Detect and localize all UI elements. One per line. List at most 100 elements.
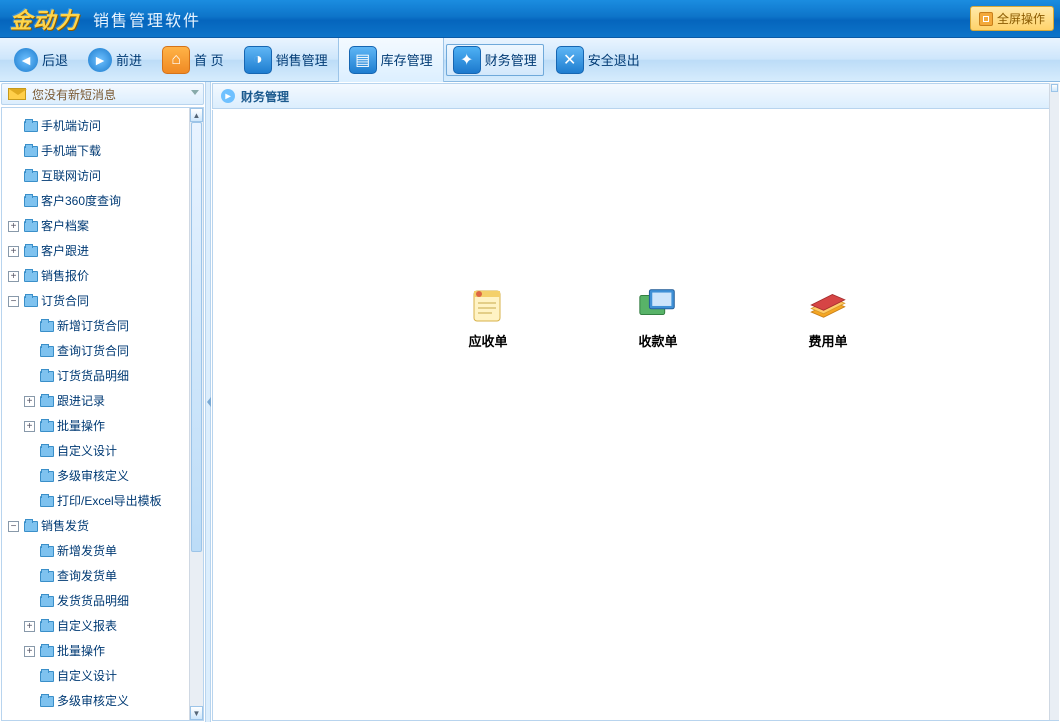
scroll-up-icon[interactable] — [1051, 84, 1058, 92]
tree-delivery-detail[interactable]: 发货货品明细 — [24, 589, 189, 614]
tree-order-contract[interactable]: −订货合同 — [8, 289, 189, 314]
folder-icon — [40, 571, 54, 582]
card-label: 费用单 — [808, 331, 847, 350]
crumb-icon: ▸ — [221, 89, 235, 103]
fullscreen-icon — [979, 12, 993, 26]
receipt-icon — [636, 285, 680, 325]
sales-icon: ◑ — [244, 46, 272, 74]
nav-forward-label: 前进 — [116, 50, 142, 69]
expand-icon[interactable]: + — [24, 646, 35, 657]
folder-icon — [24, 221, 38, 232]
folder-icon — [24, 521, 38, 532]
tree-follow-record[interactable]: +跟进记录 — [24, 389, 189, 414]
folder-icon — [40, 596, 54, 607]
collapse-icon[interactable]: − — [8, 521, 19, 532]
folder-icon — [40, 621, 54, 632]
nav-forward[interactable]: ► 前进 — [78, 38, 152, 82]
expand-icon[interactable]: + — [24, 421, 35, 432]
nav-sales[interactable]: ◑ 销售管理 — [234, 38, 338, 82]
left-column: 您没有新短消息 手机端访问 手机端下载 互联网访问 客户360度查询 +客户档案… — [0, 82, 205, 722]
card-expense[interactable]: 费用单 — [783, 285, 873, 350]
card-receipt[interactable]: 收款单 — [613, 285, 703, 350]
scroll-up-icon[interactable]: ▲ — [190, 108, 203, 122]
tree-mobile-download[interactable]: 手机端下载 — [8, 139, 189, 164]
nav-bar: ◄ 后退 ► 前进 ⌂ 首 页 ◑ 销售管理 ▤ 库存管理 ✦ 财务管理 ✕ 安… — [0, 38, 1060, 82]
content-area: 应收单 收款单 — [212, 110, 1059, 721]
expand-icon[interactable]: + — [24, 621, 35, 632]
nav-home[interactable]: ⌂ 首 页 — [152, 38, 234, 82]
content-scrollbar[interactable] — [1049, 83, 1059, 720]
scroll-down-icon[interactable]: ▼ — [190, 706, 203, 720]
nav-inventory[interactable]: ▤ 库存管理 — [338, 38, 444, 82]
tree-add-order[interactable]: 新增订货合同 — [24, 314, 189, 339]
tree-custom-report[interactable]: +自定义报表 — [24, 614, 189, 639]
expand-icon[interactable]: + — [24, 396, 35, 407]
tree-add-delivery[interactable]: 新增发货单 — [24, 539, 189, 564]
folder-icon — [40, 321, 54, 332]
nav-tree[interactable]: 手机端访问 手机端下载 互联网访问 客户360度查询 +客户档案 +客户跟进 +… — [2, 108, 189, 720]
card-label: 收款单 — [638, 331, 677, 350]
finance-icon: ✦ — [453, 46, 481, 74]
splitter[interactable] — [205, 82, 211, 722]
message-bar[interactable]: 您没有新短消息 — [1, 83, 204, 105]
folder-icon — [40, 371, 54, 382]
folder-icon — [40, 696, 54, 707]
tree-batch-op2[interactable]: +批量操作 — [24, 639, 189, 664]
tree-print-template[interactable]: 打印/Excel导出模板 — [24, 489, 189, 514]
nav-finance-label: 财务管理 — [485, 50, 537, 69]
tree-custom-design[interactable]: 自定义设计 — [24, 439, 189, 464]
folder-icon — [40, 446, 54, 457]
nav-exit[interactable]: ✕ 安全退出 — [546, 38, 650, 82]
tree-query-delivery[interactable]: 查询发货单 — [24, 564, 189, 589]
expense-icon — [806, 285, 850, 325]
tree-query-order[interactable]: 查询订货合同 — [24, 339, 189, 364]
nav-back[interactable]: ◄ 后退 — [4, 38, 78, 82]
brand-bar: 金动力 销售管理软件 全屏操作 — [0, 0, 1060, 38]
card-label: 应收单 — [468, 331, 507, 350]
folder-icon — [40, 546, 54, 557]
back-icon: ◄ — [14, 48, 38, 72]
breadcrumb: ▸ 财务管理 — [212, 83, 1059, 109]
folder-icon — [24, 146, 38, 157]
tree-panel: 手机端访问 手机端下载 互联网访问 客户360度查询 +客户档案 +客户跟进 +… — [1, 107, 204, 721]
expand-icon[interactable]: + — [8, 221, 19, 232]
tree-order-detail[interactable]: 订货货品明细 — [24, 364, 189, 389]
tree-mobile-access[interactable]: 手机端访问 — [8, 114, 189, 139]
tree-internet-access[interactable]: 互联网访问 — [8, 164, 189, 189]
nav-exit-label: 安全退出 — [588, 50, 640, 69]
nav-back-label: 后退 — [42, 50, 68, 69]
scroll-thumb[interactable] — [191, 122, 202, 552]
tree-custom-design2[interactable]: 自定义设计 — [24, 664, 189, 689]
crumb-title: 财务管理 — [241, 88, 289, 105]
tree-multi-approval2[interactable]: 多级审核定义 — [24, 689, 189, 714]
folder-icon — [24, 121, 38, 132]
tree-scrollbar[interactable]: ▲ ▼ — [189, 108, 203, 720]
folder-icon — [24, 271, 38, 282]
exit-icon: ✕ — [556, 46, 584, 74]
folder-icon — [24, 296, 38, 307]
main: 您没有新短消息 手机端访问 手机端下载 互联网访问 客户360度查询 +客户档案… — [0, 82, 1060, 722]
tree-customer-360[interactable]: 客户360度查询 — [8, 189, 189, 214]
message-text: 您没有新短消息 — [32, 86, 116, 103]
fullscreen-button[interactable]: 全屏操作 — [970, 6, 1054, 31]
card-receivable[interactable]: 应收单 — [443, 285, 533, 350]
folder-icon — [40, 471, 54, 482]
forward-icon: ► — [88, 48, 112, 72]
card-row: 应收单 收款单 — [443, 285, 873, 350]
tree-customer-follow[interactable]: +客户跟进 — [8, 239, 189, 264]
tree-customer-profile[interactable]: +客户档案 — [8, 214, 189, 239]
folder-icon — [24, 246, 38, 257]
expand-icon[interactable]: + — [8, 271, 19, 282]
mail-icon — [8, 88, 26, 100]
tree-batch-op[interactable]: +批量操作 — [24, 414, 189, 439]
nav-finance[interactable]: ✦ 财务管理 — [446, 44, 544, 76]
nav-home-label: 首 页 — [194, 50, 224, 69]
expand-icon[interactable]: + — [8, 246, 19, 257]
folder-icon — [40, 396, 54, 407]
folder-icon — [40, 646, 54, 657]
folder-icon — [40, 496, 54, 507]
tree-sales-delivery[interactable]: −销售发货 — [8, 514, 189, 539]
tree-sales-quote[interactable]: +销售报价 — [8, 264, 189, 289]
tree-multi-approval[interactable]: 多级审核定义 — [24, 464, 189, 489]
collapse-icon[interactable]: − — [8, 296, 19, 307]
